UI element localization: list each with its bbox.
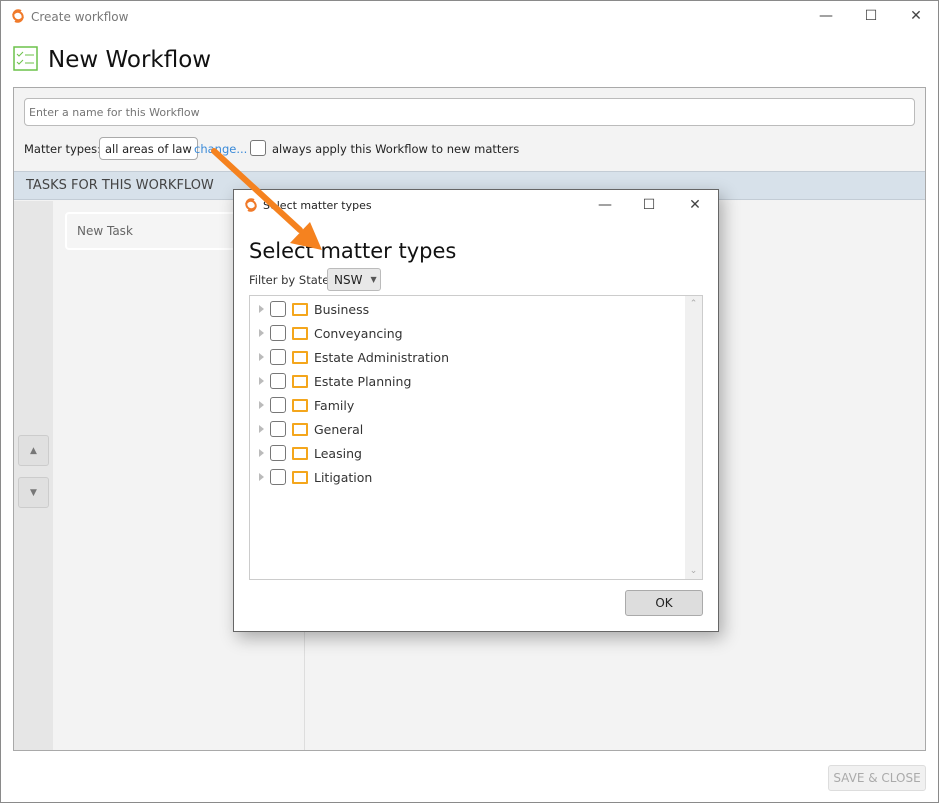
expand-icon[interactable] <box>259 473 264 481</box>
tree-item[interactable]: Conveyancing <box>250 321 403 345</box>
app-logo-icon <box>12 9 24 23</box>
tree-item[interactable]: Family <box>250 393 354 417</box>
workflow-name-input[interactable] <box>24 98 915 126</box>
task-order-strip <box>14 201 53 750</box>
move-down-button[interactable]: ▼ <box>18 477 49 508</box>
folder-icon <box>292 302 308 316</box>
tree-item-label: Conveyancing <box>314 325 403 341</box>
ok-button[interactable]: OK <box>625 590 703 616</box>
always-apply-checkbox[interactable] <box>250 140 266 156</box>
tree-item-checkbox[interactable] <box>270 349 286 365</box>
dialog-close-button[interactable]: ✕ <box>672 190 718 220</box>
save-close-button[interactable]: SAVE & CLOSE <box>828 765 926 791</box>
expand-icon[interactable] <box>259 377 264 385</box>
dialog-title: Select matter types <box>263 199 372 212</box>
expand-icon[interactable] <box>259 449 264 457</box>
scroll-up-icon[interactable]: ⌃ <box>685 296 702 309</box>
dialog-maximize-button[interactable]: ☐ <box>626 190 672 220</box>
select-matter-types-dialog: Select matter types — ☐ ✕ Select matter … <box>233 189 719 632</box>
tree-item[interactable]: Business <box>250 297 369 321</box>
tree-item-checkbox[interactable] <box>270 301 286 317</box>
chevron-down-icon: ▼ <box>370 275 377 284</box>
tree-item-checkbox[interactable] <box>270 373 286 389</box>
close-button[interactable]: ✕ <box>893 1 939 31</box>
scrollbar[interactable]: ⌃ ⌄ <box>685 296 702 579</box>
folder-icon <box>292 374 308 388</box>
tree-item-checkbox[interactable] <box>270 421 286 437</box>
task-item[interactable]: New Task <box>65 212 255 250</box>
matter-types-value: all areas of law <box>99 137 198 160</box>
dialog-heading: Select matter types <box>249 239 457 263</box>
tree-item-label: Estate Administration <box>314 349 450 365</box>
tree-item-label: Leasing <box>314 445 362 461</box>
dialog-minimize-button[interactable]: — <box>582 190 628 220</box>
matter-types-tree: Business Conveyancing Estate Administratio… <box>249 295 703 580</box>
change-matter-types-link[interactable]: change... <box>194 142 247 156</box>
tree-item-checkbox[interactable] <box>270 445 286 461</box>
expand-icon[interactable] <box>259 425 264 433</box>
state-value: NSW <box>334 272 363 287</box>
page-title: New Workflow <box>48 47 212 73</box>
tree-item-label: Family <box>314 397 355 413</box>
checklist-icon <box>13 46 38 71</box>
tree-item[interactable]: Estate Planning <box>250 369 411 393</box>
folder-icon <box>292 350 308 364</box>
tree-item[interactable]: Litigation <box>250 465 372 489</box>
folder-icon <box>292 326 308 340</box>
matter-types-label: Matter types: <box>24 142 102 156</box>
tree-item-label: Business <box>314 301 370 317</box>
maximize-button[interactable]: ☐ <box>848 1 894 31</box>
expand-icon[interactable] <box>259 305 264 313</box>
tree-item[interactable]: Leasing <box>250 441 362 465</box>
move-up-button[interactable]: ▲ <box>18 435 49 466</box>
always-apply-label: always apply this Workflow to new matter… <box>272 142 520 156</box>
tree-item-checkbox[interactable] <box>270 469 286 485</box>
tree-item-label: General <box>314 421 364 437</box>
folder-icon <box>292 422 308 436</box>
folder-icon <box>292 398 308 412</box>
folder-icon <box>292 470 308 484</box>
tree-item-checkbox[interactable] <box>270 397 286 413</box>
tree-item-label: Estate Planning <box>314 373 412 389</box>
state-dropdown[interactable]: NSW ▼ <box>327 268 381 291</box>
tree-item-label: Litigation <box>314 469 373 485</box>
minimize-button[interactable]: — <box>803 1 849 31</box>
scroll-down-icon[interactable]: ⌄ <box>685 566 702 576</box>
tree-item[interactable]: Estate Administration <box>250 345 449 369</box>
tree-item-checkbox[interactable] <box>270 325 286 341</box>
expand-icon[interactable] <box>259 401 264 409</box>
expand-icon[interactable] <box>259 353 264 361</box>
tree-item[interactable]: General <box>250 417 363 441</box>
window-title: Create workflow <box>31 10 129 24</box>
app-logo-icon <box>245 198 257 212</box>
expand-icon[interactable] <box>259 329 264 337</box>
filter-by-state-label: Filter by State <box>249 273 330 287</box>
folder-icon <box>292 446 308 460</box>
